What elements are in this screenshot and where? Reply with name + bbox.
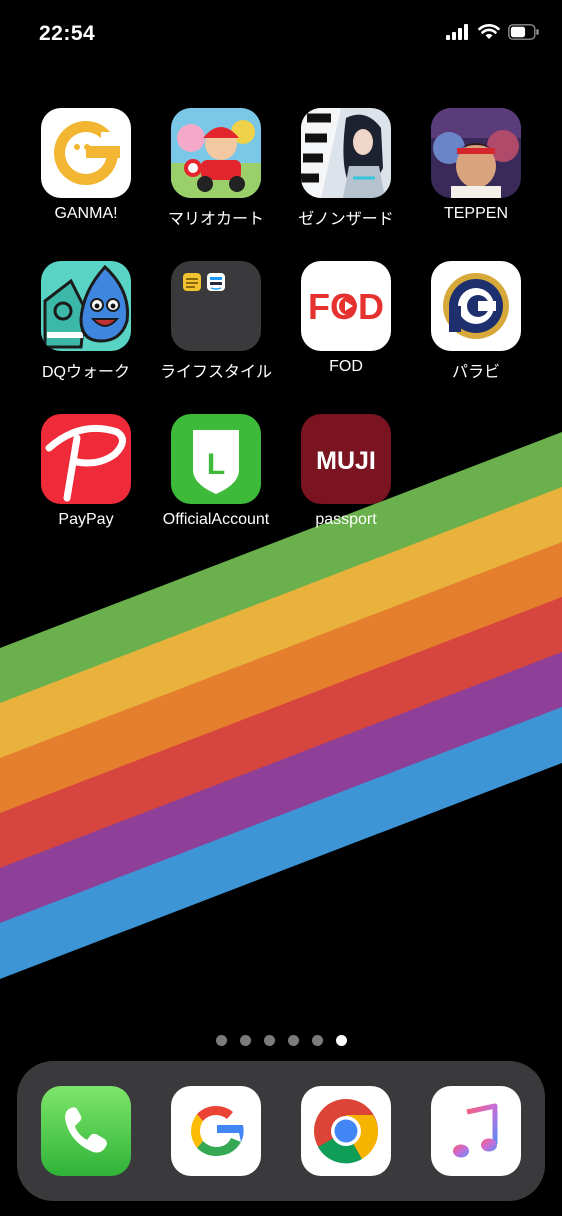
- app-label: ライフスタイル: [159, 364, 272, 381]
- status-icons: [446, 24, 540, 45]
- music-app-icon[interactable]: [431, 1086, 521, 1176]
- muji-passport-app-icon: MUJI: [301, 414, 391, 504]
- fod-app-icon: FOD: [301, 261, 391, 351]
- chrome-app-icon[interactable]: [301, 1086, 391, 1176]
- app-label: DQウォーク: [41, 364, 130, 381]
- app-label: マリオカート: [167, 211, 264, 228]
- page-dot[interactable]: [287, 1035, 299, 1046]
- dq-walk-app-icon: [41, 261, 131, 351]
- page-dot[interactable]: [239, 1035, 251, 1046]
- status-bar: 22:54: [0, 0, 562, 70]
- app-label: GANMA!: [54, 205, 118, 222]
- app-paypay[interactable]: PayPay: [21, 414, 151, 554]
- cellular-signal-icon: [446, 24, 470, 45]
- mario-kart-app-icon: [171, 108, 261, 198]
- app-label: OfficialAccount: [162, 511, 270, 528]
- app-label: TEPPEN: [443, 205, 508, 222]
- app-label: PayPay: [58, 511, 114, 528]
- page-dot[interactable]: [263, 1035, 275, 1046]
- teppen-app-icon: [431, 108, 521, 198]
- app-label: ゼノンザード: [298, 211, 394, 228]
- wifi-icon: [478, 24, 500, 45]
- page-dot[interactable]: [215, 1035, 227, 1046]
- ganma-app-icon: [41, 108, 131, 198]
- app-teppen[interactable]: TEPPEN: [411, 108, 541, 248]
- paypay-app-icon: [41, 414, 131, 504]
- line-official-account-app-icon: L: [171, 414, 261, 504]
- lifestyle-folder-icon: [171, 261, 261, 351]
- page-indicator[interactable]: [0, 1035, 562, 1049]
- app-label: passport: [315, 511, 377, 528]
- google-app-icon[interactable]: [171, 1086, 261, 1176]
- phone-app-icon[interactable]: [41, 1086, 131, 1176]
- page-dot[interactable]: [311, 1035, 323, 1046]
- svg-text:MUJI: MUJI: [316, 447, 376, 475]
- dock: [17, 1061, 545, 1201]
- mini-app-icon-yellow: [183, 273, 201, 291]
- app-fod[interactable]: FOD FOD: [281, 261, 411, 401]
- app-zenonzard[interactable]: ゼノンザード: [281, 108, 411, 248]
- app-paravi[interactable]: パラビ: [411, 261, 541, 401]
- zenonzard-app-icon: [301, 108, 391, 198]
- folder-lifestyle[interactable]: ライフスタイル: [151, 261, 281, 401]
- page-dot-active[interactable]: [335, 1035, 347, 1046]
- app-official-account[interactable]: L OfficialAccount: [151, 414, 281, 554]
- svg-text:L: L: [207, 448, 225, 481]
- app-label: パラビ: [451, 364, 500, 381]
- app-dq-walk[interactable]: DQウォーク: [21, 261, 151, 401]
- battery-icon: [508, 24, 540, 45]
- status-time: 22:54: [39, 22, 96, 45]
- paravi-app-icon: [431, 261, 521, 351]
- app-label: FOD: [329, 358, 363, 375]
- app-ganma[interactable]: GANMA!: [21, 108, 151, 248]
- app-muji-passport[interactable]: MUJI passport: [281, 414, 411, 554]
- app-mario-kart[interactable]: マリオカート: [151, 108, 281, 248]
